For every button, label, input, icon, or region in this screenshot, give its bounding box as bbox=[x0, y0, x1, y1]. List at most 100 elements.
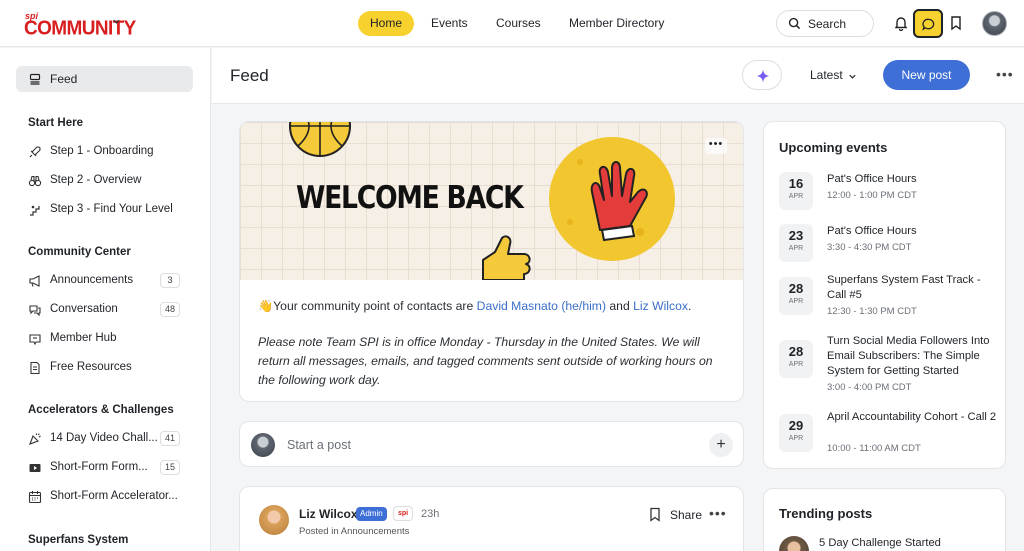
nav-events[interactable]: Events bbox=[419, 11, 480, 36]
event-time: 3:00 - 4:00 PM CDT bbox=[827, 382, 912, 393]
start-post-input[interactable]: Start a post bbox=[287, 438, 351, 452]
search-button[interactable]: Search bbox=[776, 10, 874, 37]
top-navigation-bar: spi COMMUNITY Home Events Courses Member… bbox=[0, 0, 1024, 47]
nav-member-directory[interactable]: Member Directory bbox=[557, 11, 676, 36]
post-space-link[interactable]: Announcements bbox=[341, 526, 410, 537]
sidebar-item-onboarding[interactable]: Step 1 - Onboarding bbox=[28, 142, 188, 162]
sidebar-item-conversation[interactable]: Conversation 48 bbox=[28, 300, 188, 320]
event-item[interactable]: 23 APR Pat's Office Hours 3:30 - 4:30 PM … bbox=[779, 224, 999, 264]
event-time: 3:30 - 4:30 PM CDT bbox=[827, 242, 912, 253]
sidebar-item-label: Step 3 - Find Your Level bbox=[50, 203, 173, 215]
event-time: 10:00 - 11:00 AM CDT bbox=[827, 443, 921, 454]
sparkle-icon bbox=[756, 69, 770, 83]
post-options-icon[interactable]: ••• bbox=[705, 138, 727, 154]
event-item[interactable]: 28 APR Turn Social Media Followers Into E… bbox=[779, 334, 999, 396]
intro-suffix: . bbox=[687, 299, 692, 313]
start-post-composer[interactable]: Start a post + bbox=[239, 421, 744, 467]
sidebar-item-overview[interactable]: Step 2 - Overview bbox=[28, 171, 188, 191]
count-badge: 3 bbox=[160, 273, 180, 288]
nav-home[interactable]: Home bbox=[358, 11, 415, 36]
sidebar-item-find-your-level[interactable]: Step 3 - Find Your Level bbox=[28, 200, 188, 220]
feed-icon bbox=[29, 73, 41, 85]
event-title: Superfans System Fast Track - Call #5 bbox=[827, 274, 981, 301]
share-button[interactable]: Share bbox=[670, 508, 702, 522]
document-icon bbox=[30, 361, 40, 375]
add-icon[interactable]: + bbox=[709, 433, 733, 457]
sidebar-item-label: Short-Form Accelerator... bbox=[50, 490, 178, 502]
welcome-intro: 👋Your community point of contacts are Da… bbox=[258, 297, 728, 315]
post-location: Posted in Announcements bbox=[299, 526, 409, 537]
contact-link-david[interactable]: David Masnato (he/him) bbox=[477, 299, 606, 313]
more-options-icon[interactable]: ••• bbox=[996, 66, 1014, 82]
post-author[interactable]: Liz Wilcox bbox=[299, 507, 358, 521]
sidebar-item-member-hub[interactable]: Member Hub bbox=[28, 329, 188, 349]
sidebar-item-free-resources[interactable]: Free Resources bbox=[28, 358, 188, 378]
sidebar-item-label: Member Hub bbox=[50, 332, 117, 344]
sidebar-item-label: 14 Day Video Chall... bbox=[50, 432, 158, 444]
chevron-down-icon[interactable] bbox=[848, 72, 857, 81]
banner-title: WELCOME BACK bbox=[296, 180, 524, 216]
trending-post-link[interactable]: 5 Day Challenge Started bbox=[819, 537, 941, 549]
intro-prefix: 👋Your community point of contacts are bbox=[258, 299, 477, 313]
sidebar-item-label: Conversation bbox=[50, 303, 118, 315]
event-title: April Accountability Cohort - Call 2 bbox=[827, 411, 997, 423]
bookmark-icon[interactable] bbox=[946, 13, 966, 33]
sidebar-item-label: Step 1 - Onboarding bbox=[50, 145, 154, 157]
chevron-down-icon[interactable] bbox=[112, 17, 121, 26]
page-title: Feed bbox=[230, 66, 269, 85]
ai-sparkle-button[interactable] bbox=[742, 60, 782, 90]
trending-title: Trending posts bbox=[779, 506, 873, 521]
event-day: 28 bbox=[788, 344, 804, 359]
more-options-icon[interactable]: ••• bbox=[709, 505, 727, 521]
avatar bbox=[251, 433, 275, 457]
search-icon bbox=[788, 17, 801, 30]
count-badge: 15 bbox=[159, 460, 180, 475]
avatar bbox=[779, 536, 809, 551]
event-title: Pat's Office Hours bbox=[827, 173, 917, 185]
avatar[interactable] bbox=[259, 505, 289, 535]
sidebar-item-label: Step 2 - Overview bbox=[50, 174, 142, 186]
party-popper-icon bbox=[29, 433, 41, 445]
contact-link-liz[interactable]: Liz Wilcox bbox=[633, 299, 688, 313]
event-date: 28 APR bbox=[779, 340, 813, 378]
event-date: 29 APR bbox=[779, 414, 813, 452]
event-month: APR bbox=[788, 298, 804, 305]
event-item[interactable]: 29 APR April Accountability Cohort - Call… bbox=[779, 410, 999, 460]
sidebar-item-short-form-formula[interactable]: Short-Form Form... 15 bbox=[28, 458, 188, 478]
stairs-icon bbox=[30, 205, 40, 216]
event-day: 29 bbox=[788, 418, 804, 433]
sidebar-item-label: Free Resources bbox=[50, 361, 132, 373]
sidebar-section-title: Community Center bbox=[28, 246, 131, 258]
post-actions: Share ••• bbox=[648, 505, 728, 524]
sidebar-item-video-challenge[interactable]: 14 Day Video Chall... 41 bbox=[28, 429, 188, 449]
bookmark-icon[interactable] bbox=[648, 507, 662, 522]
welcome-banner-image: WELCOME BACK ••• bbox=[240, 122, 743, 280]
messages-button[interactable] bbox=[913, 9, 943, 38]
sidebar: Feed Start Here Step 1 - Onboarding Step… bbox=[0, 48, 211, 551]
trending-posts-card: Trending posts 5 Day Challenge Started bbox=[763, 488, 1006, 551]
sort-dropdown[interactable]: Latest bbox=[810, 68, 843, 82]
brand-badge: spi bbox=[393, 506, 413, 521]
event-date: 28 APR bbox=[779, 277, 813, 315]
bell-icon[interactable] bbox=[891, 13, 911, 33]
event-time: 12:00 - 1:00 PM CDT bbox=[827, 190, 917, 201]
event-date: 23 APR bbox=[779, 224, 813, 262]
intro-and: and bbox=[606, 299, 634, 313]
sidebar-item-announcements[interactable]: Announcements 3 bbox=[28, 271, 188, 291]
event-title: Pat's Office Hours bbox=[827, 225, 917, 237]
events-title: Upcoming events bbox=[779, 140, 888, 155]
new-post-button[interactable]: New post bbox=[883, 60, 970, 90]
sidebar-item-feed[interactable]: Feed bbox=[16, 66, 193, 92]
count-badge: 48 bbox=[159, 302, 180, 317]
office-hours-note: Please note Team SPI is in office Monday… bbox=[258, 335, 713, 387]
nav-courses[interactable]: Courses bbox=[484, 11, 553, 36]
search-label: Search bbox=[808, 17, 847, 31]
event-item[interactable]: 28 APR Superfans System Fast Track - Call… bbox=[779, 273, 999, 323]
feed-header: Feed Latest New post ••• bbox=[212, 48, 1024, 104]
sidebar-item-short-form-accelerator[interactable]: Short-Form Accelerator... bbox=[28, 487, 188, 507]
sidebar-section-title: Start Here bbox=[28, 117, 83, 129]
chat-bubble-icon bbox=[922, 18, 935, 31]
user-avatar[interactable] bbox=[982, 11, 1007, 36]
sidebar-item-label: Feed bbox=[50, 72, 78, 86]
event-item[interactable]: 16 APR Pat's Office Hours 12:00 - 1:00 PM… bbox=[779, 172, 999, 212]
